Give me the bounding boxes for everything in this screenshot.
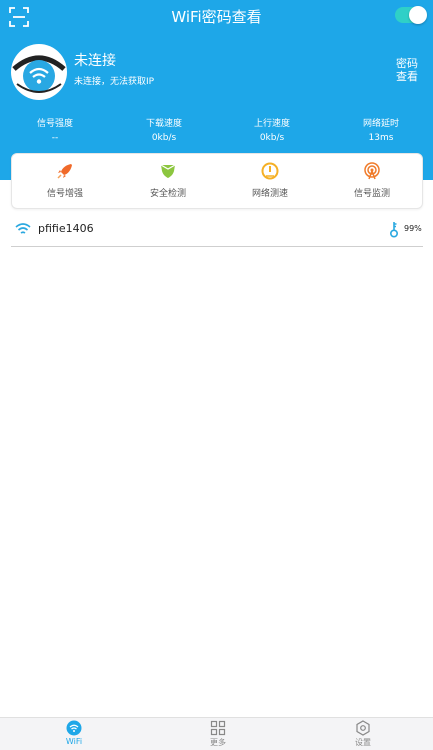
bottom-nav: WiFi 更多 设置 — [0, 717, 433, 750]
wifi-toggle[interactable] — [395, 6, 427, 24]
shield-icon — [160, 164, 176, 178]
stat-value: 0kb/s — [151, 133, 177, 143]
signal-tower-icon — [364, 162, 380, 180]
network-ssid: pfifie1406 — [38, 222, 94, 235]
tools-card: 信号增强 安全检测 网络测速 信号监测 — [11, 153, 423, 209]
stat-label: 下载速度 — [145, 119, 182, 129]
tool-security-check[interactable]: 安全检测 — [123, 162, 213, 199]
tool-speed-test[interactable]: 网络测速 — [225, 162, 315, 199]
tool-signal-monitor[interactable]: 信号监测 — [327, 162, 417, 199]
stat-signal-strength: 信号强度 -- — [5, 116, 105, 143]
rocket-icon — [57, 164, 72, 179]
eye-wifi-icon — [12, 55, 66, 93]
connection-status: 未连接 — [74, 53, 116, 69]
wifi-signal-icon — [15, 223, 31, 234]
stat-upload-speed: 上行速度 0kb/s — [222, 116, 322, 143]
stat-value: 0kb/s — [259, 133, 285, 143]
stat-label: 网络延时 — [362, 119, 399, 129]
toggle-knob — [409, 6, 427, 24]
stat-download-speed: 下载速度 0kb/s — [114, 116, 214, 143]
view-password-button[interactable]: 密码查看 — [392, 57, 422, 83]
nav-item-more[interactable]: 更多 — [188, 720, 248, 748]
stat-label: 上行速度 — [253, 119, 290, 129]
connection-detail: 未连接，无法获取IP — [74, 77, 155, 87]
stat-label: 信号强度 — [36, 119, 73, 129]
nav-item-settings[interactable]: 设置 — [333, 720, 393, 748]
tool-label: 信号增强 — [46, 189, 83, 199]
stat-value: -- — [51, 133, 59, 143]
nav-item-wifi[interactable]: WiFi — [44, 720, 104, 746]
network-strength: 99% — [404, 224, 422, 233]
speedometer-icon — [261, 162, 279, 180]
network-list-item[interactable]: pfifie1406 99% — [11, 213, 423, 247]
app-logo — [11, 44, 67, 100]
grid-icon — [210, 720, 226, 736]
wifi-icon — [66, 720, 82, 736]
stat-value: 13ms — [368, 133, 394, 143]
tool-label: 安全检测 — [149, 189, 186, 199]
top-bar: WiFi密码查看 — [0, 0, 433, 34]
settings-icon — [356, 720, 370, 736]
tool-label: 信号监测 — [353, 189, 390, 199]
key-icon — [389, 222, 399, 238]
tool-label: 网络测速 — [251, 189, 288, 199]
nav-label: 设置 — [355, 738, 371, 747]
app-title: WiFi密码查看 — [171, 8, 262, 26]
tool-signal-boost[interactable]: 信号增强 — [20, 162, 110, 199]
stat-latency: 网络延时 13ms — [331, 116, 431, 143]
nav-label: 更多 — [210, 738, 226, 747]
nav-label: WiFi — [65, 737, 83, 746]
